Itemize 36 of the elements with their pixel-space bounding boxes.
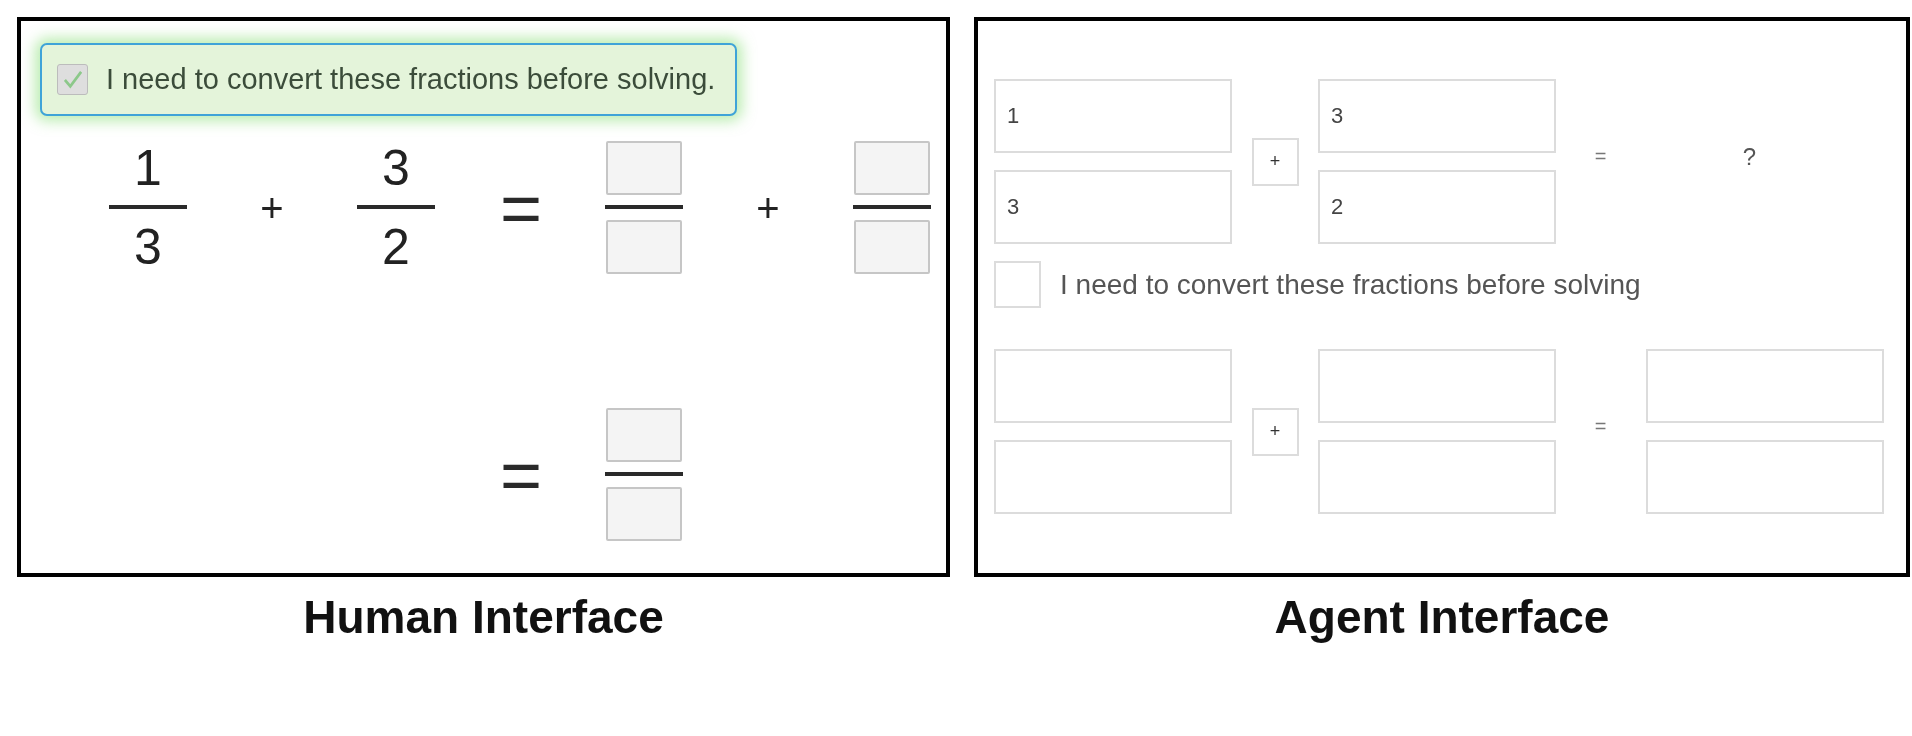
operator-field[interactable]: +	[1251, 137, 1299, 186]
checkmark-icon	[63, 70, 82, 89]
answer-box[interactable]	[606, 408, 682, 462]
checkbox[interactable]	[57, 64, 88, 95]
operator-sign: +	[755, 184, 781, 232]
equals-sign: =	[500, 177, 540, 238]
equals-sign: =	[500, 444, 540, 505]
answer-box[interactable]	[606, 220, 682, 274]
fraction-numerator: 1	[134, 141, 162, 195]
numerator-field[interactable]: 3	[1318, 79, 1556, 153]
operator-sign: +	[259, 184, 285, 232]
fraction-denominator: 2	[382, 220, 410, 274]
denominator-field[interactable]: 2	[1318, 170, 1556, 244]
answer-box[interactable]	[606, 487, 682, 541]
checkbox-label: I need to convert these fractions before solving.	[106, 63, 716, 96]
answer-field[interactable]	[1646, 440, 1884, 514]
answer-box[interactable]	[606, 141, 682, 195]
fraction-numerator: 3	[382, 141, 410, 195]
unknown-result: ?	[1742, 142, 1757, 171]
answer-box[interactable]	[854, 220, 930, 274]
equals-sign: =	[1594, 415, 1607, 438]
panel-caption: Agent Interface	[1274, 591, 1610, 644]
denominator-field[interactable]: 3	[994, 170, 1232, 244]
operator-field[interactable]: +	[1251, 407, 1299, 456]
checkbox-label: I need to convert these fractions before solving	[1060, 268, 1641, 301]
panel-caption: Human Interface	[303, 591, 664, 644]
answer-field[interactable]	[994, 440, 1232, 514]
answer-field[interactable]	[1318, 440, 1556, 514]
checkbox[interactable]	[994, 261, 1041, 308]
answer-box[interactable]	[854, 141, 930, 195]
equals-sign: =	[1594, 145, 1607, 168]
answer-field[interactable]	[1318, 349, 1556, 423]
answer-field[interactable]	[1646, 349, 1884, 423]
answer-field[interactable]	[994, 349, 1232, 423]
numerator-field[interactable]: 1	[994, 79, 1232, 153]
fraction-denominator: 3	[134, 220, 162, 274]
